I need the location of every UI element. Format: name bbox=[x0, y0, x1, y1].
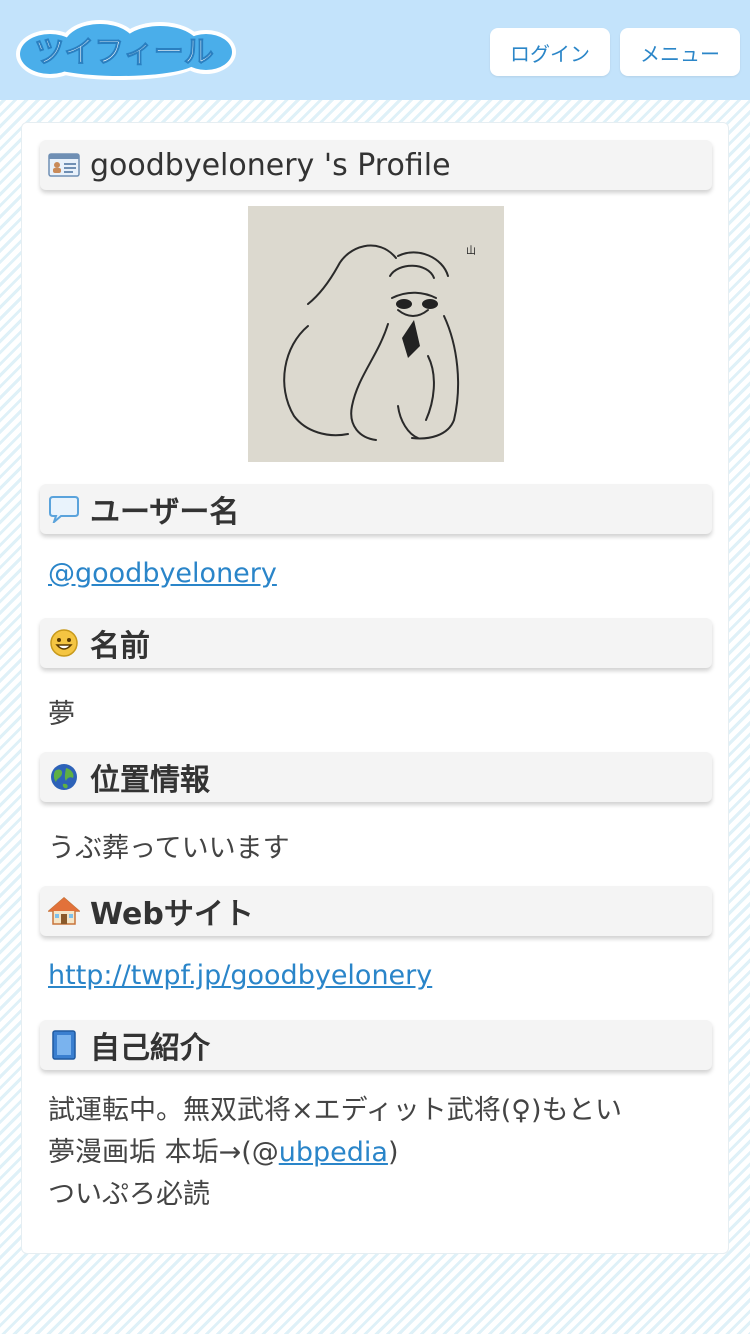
tweetfeel-logo[interactable]: ツイフィール bbox=[10, 16, 238, 82]
bio-line-1: 試運転中。無双武将×エディット武将(♀)もとい bbox=[48, 1095, 623, 1126]
section-location: 位置情報 bbox=[40, 752, 712, 802]
menu-button[interactable]: メニュー bbox=[620, 28, 740, 76]
bio-line-3: ついぷろ必読 bbox=[48, 1179, 210, 1210]
book-icon bbox=[48, 1029, 80, 1061]
website-link[interactable]: http://twpf.jp/goodbyelonery bbox=[48, 960, 432, 991]
id-card-icon bbox=[48, 149, 80, 181]
profile-avatar: 山 bbox=[248, 206, 504, 462]
bio-line-2: 夢漫画垢 本垢→(@ubpedia) bbox=[48, 1132, 622, 1174]
location-label: 位置情報 bbox=[90, 763, 210, 798]
section-bio: 自己紹介 bbox=[40, 1020, 712, 1070]
speech-bubble-icon bbox=[48, 493, 80, 525]
profile-title: goodbyelonery 's Profile bbox=[90, 147, 451, 183]
bio-label: 自己紹介 bbox=[90, 1031, 210, 1066]
username-link[interactable]: @goodbyelonery bbox=[48, 558, 277, 589]
section-website: Webサイト bbox=[40, 886, 712, 936]
section-username: ユーザー名 bbox=[40, 484, 712, 534]
name-label: 名前 bbox=[90, 629, 150, 664]
login-button[interactable]: ログイン bbox=[490, 28, 610, 76]
ubpedia-link[interactable]: ubpedia bbox=[279, 1137, 388, 1168]
name-value: 夢 bbox=[48, 699, 75, 730]
bio-line-2-suffix: ) bbox=[387, 1137, 399, 1168]
location-value: うぶ葬っていいます bbox=[48, 833, 290, 864]
logo-text: ツイフィール bbox=[34, 35, 213, 70]
svg-text:山: 山 bbox=[466, 245, 476, 257]
username-label: ユーザー名 bbox=[90, 495, 240, 530]
globe-icon bbox=[48, 761, 80, 793]
house-icon bbox=[48, 895, 80, 927]
section-name: 名前 bbox=[40, 618, 712, 668]
website-label: Webサイト bbox=[90, 897, 254, 932]
header-bar: ツイフィール ログイン メニュー bbox=[0, 0, 750, 100]
profile-header: goodbyelonery 's Profile bbox=[40, 140, 712, 190]
smiley-icon bbox=[48, 627, 80, 659]
bio-text: 試運転中。無双武将×エディット武将(♀)もとい 夢漫画垢 本垢→(@ubpedi… bbox=[48, 1090, 622, 1216]
bio-line-2-prefix: 夢漫画垢 本垢→(@ bbox=[48, 1137, 279, 1168]
